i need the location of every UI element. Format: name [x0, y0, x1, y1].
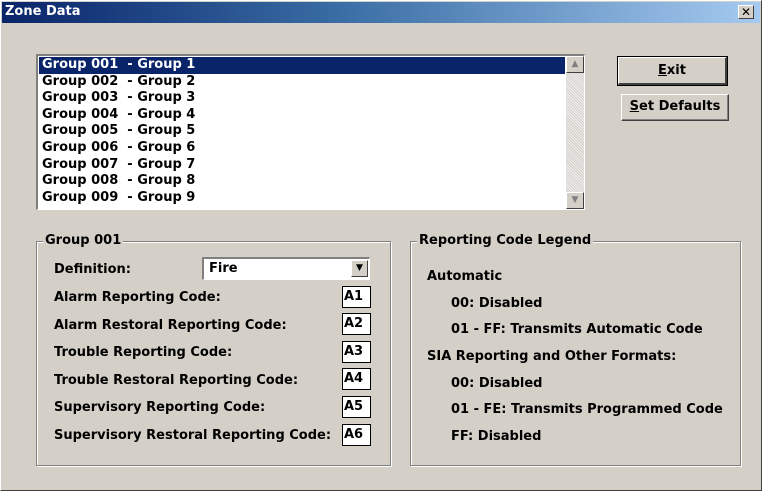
- zone-data-window: Zone Data ✕ Group 001 - Group 1 Group 00…: [0, 0, 762, 491]
- legend-automatic-heading: Automatic: [427, 269, 503, 284]
- supervisory-reporting-code-field[interactable]: A5: [342, 396, 371, 418]
- trouble-reporting-code-label: Trouble Reporting Code:: [54, 345, 233, 360]
- legend-sia-heading: SIA Reporting and Other Formats:: [427, 349, 677, 364]
- list-item-group-003[interactable]: Group 003 - Group 3: [39, 90, 565, 107]
- supervisory-reporting-code-label: Supervisory Reporting Code:: [54, 400, 266, 415]
- list-item-group-006[interactable]: Group 006 - Group 6: [39, 140, 565, 157]
- legend-sia-line: 01 - FE: Transmits Programmed Code: [451, 402, 723, 417]
- legend-automatic-line: 00: Disabled: [451, 296, 543, 311]
- scroll-down-icon[interactable]: ▼: [566, 192, 584, 209]
- definition-label: Definition:: [54, 262, 132, 277]
- title-bar: Zone Data ✕: [2, 2, 760, 23]
- group-panel-title: Group 001: [43, 233, 124, 248]
- set-defaults-button[interactable]: Set Defaults: [621, 94, 729, 121]
- chevron-down-icon[interactable]: ▼: [351, 260, 368, 277]
- trouble-restoral-code-field[interactable]: A4: [342, 368, 371, 390]
- alarm-restoral-code-field[interactable]: A2: [342, 313, 371, 335]
- trouble-restoral-code-label: Trouble Restoral Reporting Code:: [54, 373, 299, 388]
- list-item-group-007[interactable]: Group 007 - Group 7: [39, 157, 565, 174]
- legend-automatic-line: 01 - FF: Transmits Automatic Code: [451, 322, 703, 337]
- list-item-group-002[interactable]: Group 002 - Group 2: [39, 74, 565, 91]
- list-item-group-005[interactable]: Group 005 - Group 5: [39, 123, 565, 140]
- trouble-reporting-code-field[interactable]: A3: [342, 341, 371, 363]
- list-item-group-001[interactable]: Group 001 - Group 1: [39, 57, 565, 74]
- list-scrollbar[interactable]: ▲ ▼: [566, 56, 584, 209]
- definition-select[interactable]: Fire ▼: [202, 257, 370, 280]
- legend-sia-line: FF: Disabled: [451, 429, 542, 444]
- legend-sia-line: 00: Disabled: [451, 376, 543, 391]
- group-listbox[interactable]: Group 001 - Group 1 Group 002 - Group 2 …: [36, 54, 585, 210]
- definition-value: Fire: [209, 261, 238, 276]
- exit-button[interactable]: Exit: [617, 56, 728, 86]
- alarm-restoral-code-label: Alarm Restoral Reporting Code:: [54, 318, 287, 333]
- list-item-group-008[interactable]: Group 008 - Group 8: [39, 173, 565, 190]
- legend-panel-title: Reporting Code Legend: [417, 233, 594, 248]
- supervisory-restoral-code-field[interactable]: A6: [342, 424, 371, 446]
- list-item-group-009[interactable]: Group 009 - Group 9: [39, 190, 565, 207]
- window-title: Zone Data: [5, 4, 81, 19]
- supervisory-restoral-code-label: Supervisory Restoral Reporting Code:: [54, 428, 332, 443]
- alarm-reporting-code-label: Alarm Reporting Code:: [54, 290, 221, 305]
- list-item-group-004[interactable]: Group 004 - Group 4: [39, 107, 565, 124]
- group-list: Group 001 - Group 1 Group 002 - Group 2 …: [39, 57, 565, 207]
- close-button[interactable]: ✕: [738, 5, 754, 19]
- alarm-reporting-code-field[interactable]: A1: [342, 286, 371, 308]
- scroll-up-icon[interactable]: ▲: [566, 56, 584, 73]
